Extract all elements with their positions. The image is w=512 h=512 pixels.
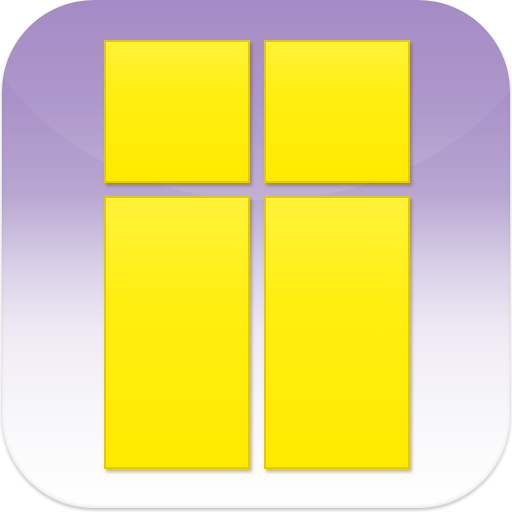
tile-top-left [104,40,250,183]
app-icon[interactable] [2,0,510,508]
tile-top-right [264,40,410,183]
tile-bottom-right [264,196,410,469]
tile-bottom-left [104,196,250,469]
screen [0,0,512,512]
icon-gloss [2,0,510,200]
